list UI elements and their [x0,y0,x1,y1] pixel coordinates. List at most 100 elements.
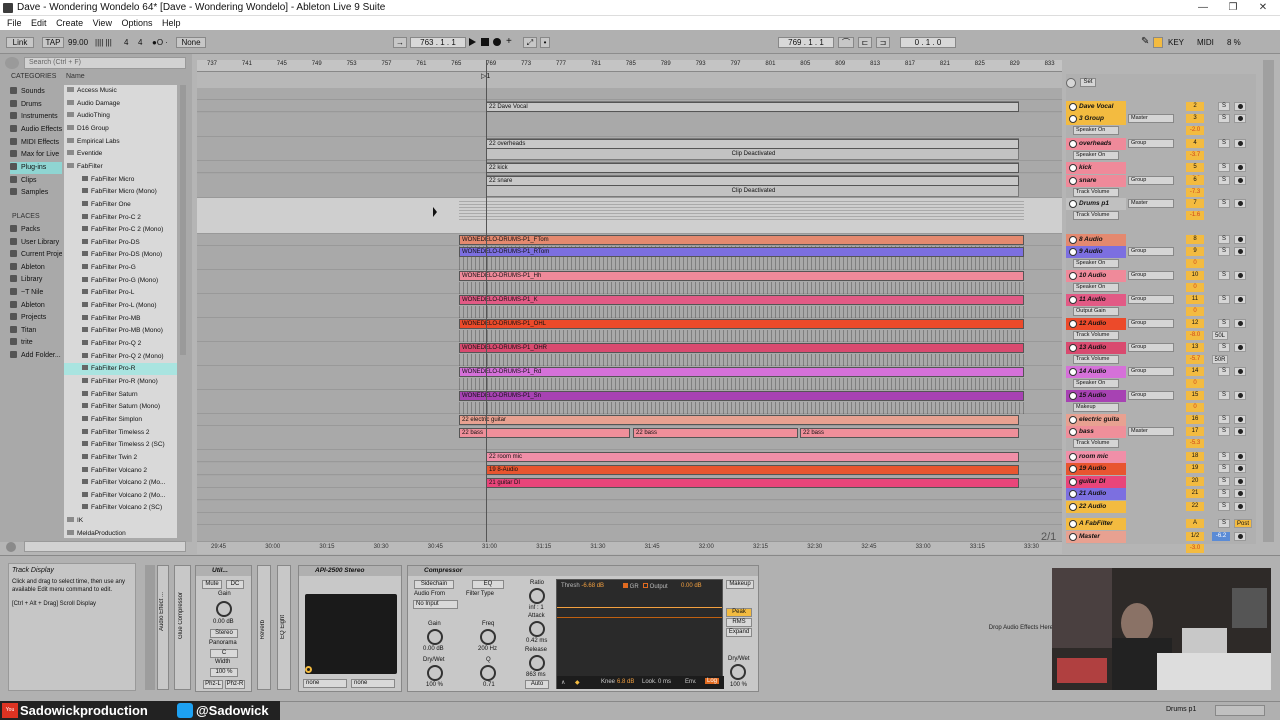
arrangement-lane[interactable] [197,525,1062,542]
knee-value[interactable]: 6.8 dB [617,679,634,685]
arm-button[interactable] [1234,391,1246,400]
solo-button[interactable]: S [1218,139,1230,148]
browser-item[interactable]: FabFilter Pro-Q 2 [64,338,177,350]
browser-item[interactable]: FabFilter Volcano 2 (SC) [64,502,177,514]
browser-item[interactable]: FabFilter [64,161,177,173]
track-volume-value[interactable]: -3.7 [1186,151,1204,160]
track-title[interactable]: 3 Group [1066,113,1126,125]
plugin-editor-area[interactable] [305,594,397,674]
track-activator-button[interactable]: 18 [1186,452,1204,461]
browser-item[interactable]: FabFilter Pro-R (Mono) [64,376,177,388]
computer-keyboard-button[interactable] [1153,37,1163,48]
browser-toggle-icon[interactable] [5,57,19,69]
track-fold-icon[interactable] [1069,465,1077,473]
browser-item[interactable]: AudioThing [64,110,177,122]
arm-button[interactable] [1234,176,1246,185]
browser-item[interactable]: FabFilter Simplon [64,414,177,426]
track-fold-icon[interactable] [1069,533,1077,541]
arm-button[interactable] [1234,532,1246,541]
browser-item[interactable]: FabFilter Pro-G [64,262,177,274]
browser-item[interactable]: FabFilter Timeless 2 [64,427,177,439]
tempo-nudge[interactable]: |||| ||| [95,37,112,48]
output-routing-select[interactable]: Master [1128,199,1174,208]
arm-button[interactable] [1234,319,1246,328]
solo-button[interactable]: S [1218,464,1230,473]
automation-param-select[interactable]: Speaker On [1073,379,1119,388]
loop-switch[interactable]: ⌒ [838,37,854,48]
clip[interactable]: WONEDELO-DRUMS-P1_FTom [459,235,1024,245]
solo-button[interactable]: S [1218,176,1230,185]
output-routing-select[interactable]: Group [1128,176,1174,185]
sets-toggle-icon[interactable] [1066,78,1076,88]
loop-region-bar[interactable] [197,72,1062,88]
clip[interactable]: 19 8-Audio [486,465,1019,475]
automation-param-select[interactable]: Track Volume [1073,188,1119,197]
sc-freq-knob[interactable] [480,629,496,645]
solo-button[interactable]: S [1218,102,1230,111]
automation-arm-button[interactable]: ⤢ [523,37,537,48]
utility-phase-right-button[interactable]: Phz-R [225,680,245,689]
track-activator-button[interactable]: 4 [1186,139,1204,148]
place-item[interactable]: Titan [10,325,62,337]
browser-item[interactable]: Audio Damage [64,98,177,110]
clip[interactable]: WONEDELO-DRUMS-P1_OHL [459,319,1024,329]
track-fold-icon[interactable] [1069,428,1077,436]
track-fold-icon[interactable] [1069,344,1077,352]
browser-item[interactable]: FabFilter Micro [64,174,177,186]
utility-mute-button[interactable]: Mute [202,580,222,589]
track-fold-icon[interactable] [1069,320,1077,328]
track-fold-icon[interactable] [1069,200,1077,208]
track-title[interactable]: 14 Audio [1066,366,1126,378]
clip[interactable]: WONEDELO-DRUMS-P1_Rd [459,367,1024,377]
automation-param-select[interactable]: Speaker On [1073,126,1119,135]
track-title[interactable]: guitar DI [1066,476,1126,488]
solo-button[interactable]: S [1218,343,1230,352]
output-routing-select[interactable]: Group [1128,343,1174,352]
clip[interactable]: 22 room mic [486,452,1019,462]
track-title[interactable]: kick [1066,162,1126,174]
output-toggle[interactable]: Output [643,583,668,590]
track-title[interactable]: 22 Audio [1066,501,1126,513]
solo-button[interactable]: S [1218,391,1230,400]
track-activator-button[interactable]: 7 [1186,199,1204,208]
track-activator-button[interactable]: 12 [1186,319,1204,328]
track-volume-value[interactable]: 0 [1186,379,1204,388]
track-title[interactable]: Master [1066,531,1126,543]
api-param-select-2[interactable]: none [351,679,395,688]
track-fold-icon[interactable] [1069,103,1077,111]
output-routing-select[interactable]: Master [1128,114,1174,123]
auto-release-button[interactable]: Auto [525,680,549,689]
clip[interactable]: WONEDELO-DRUMS-P1_K [459,295,1024,305]
arm-button[interactable] [1234,139,1246,148]
arm-button[interactable] [1234,114,1246,123]
signature-denominator[interactable]: 4 [138,37,142,48]
arm-button[interactable] [1234,367,1246,376]
track-title[interactable]: 9 Audio [1066,246,1126,258]
solo-button[interactable]: S [1218,452,1230,461]
clip[interactable]: 22 kick [486,163,1019,173]
utility-pan-value[interactable]: C [210,649,238,658]
clip[interactable]: WONEDELO-DRUMS-P1_Hh [459,271,1024,281]
track-volume-value[interactable]: -8.0 [1186,331,1204,340]
clip[interactable]: 21 guitar DI [486,478,1019,488]
browser-item[interactable]: FabFilter Pro-DS (Mono) [64,249,177,261]
place-item[interactable]: User Library [10,237,62,249]
back-to-arrangement-button[interactable]: • [540,37,550,48]
track-title[interactable]: bass [1066,426,1126,438]
category-audio-effects[interactable]: Audio Effects [10,124,62,136]
makeup-button[interactable]: Makeup [726,580,754,589]
sc-drywet-knob[interactable] [427,665,443,681]
track-fold-icon[interactable] [1069,416,1077,424]
track-activator-button[interactable]: 11 [1186,295,1204,304]
release-knob[interactable] [529,655,545,671]
eq-button[interactable]: EQ [472,580,504,589]
browser-item[interactable]: FabFilter Pro-G (Mono) [64,275,177,287]
browser-item[interactable]: FabFilter Pro-DS [64,237,177,249]
overdub-button[interactable]: + [506,36,512,47]
category-midi-effects[interactable]: MIDI Effects [10,137,62,149]
place-item[interactable]: Projects [10,312,62,324]
arm-button[interactable] [1234,477,1246,486]
track-activator-button[interactable]: 9 [1186,247,1204,256]
arm-button[interactable] [1234,343,1246,352]
clip[interactable]: 22 bass [633,428,798,438]
